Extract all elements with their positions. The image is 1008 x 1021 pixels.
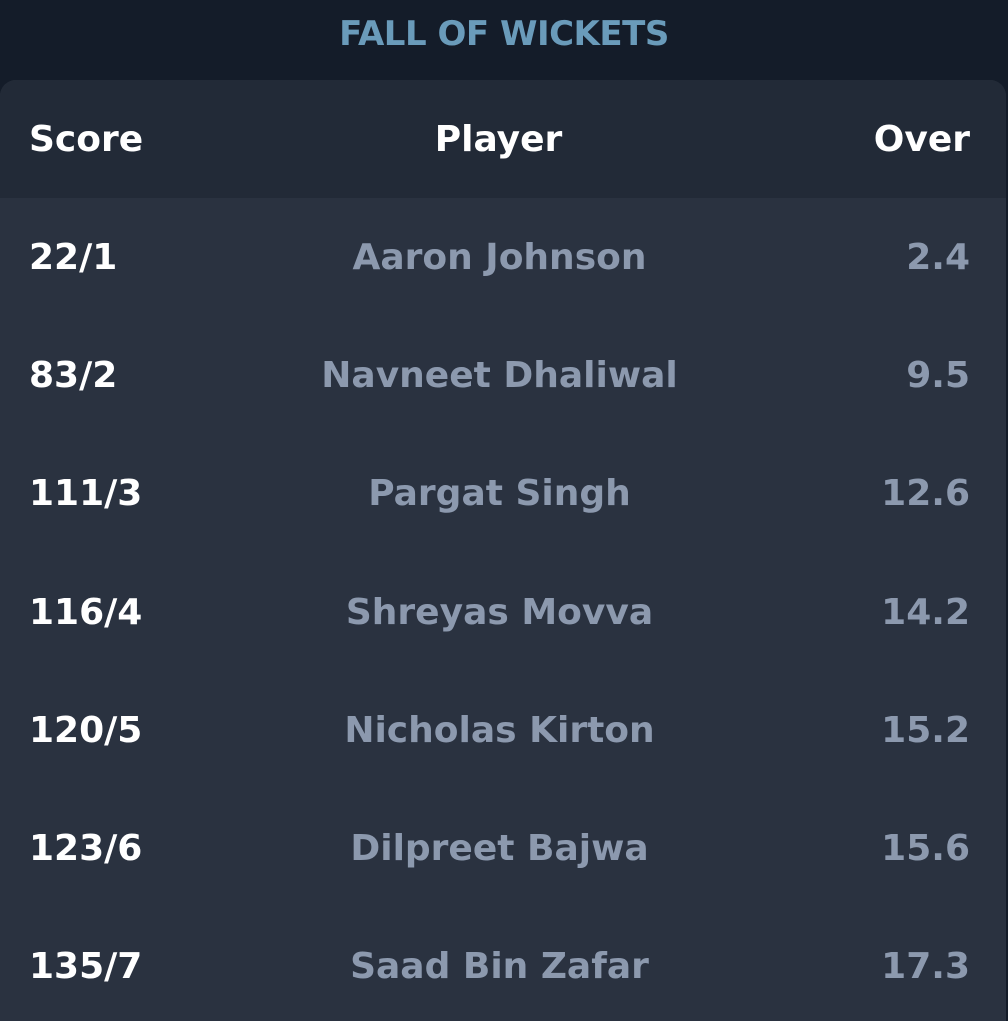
player-cell[interactable]: Shreyas Movva	[229, 592, 770, 633]
over-cell: 12.6	[881, 473, 970, 515]
table-row: 111/3 Pargat Singh 12.6	[0, 435, 1006, 553]
table-row: 120/5 Nicholas Kirton 15.2	[0, 671, 1006, 789]
table-row: 83/2 Navneet Dhaliwal 9.5	[0, 316, 1006, 434]
over-cell: 15.2	[881, 709, 970, 751]
over-cell: 9.5	[906, 354, 970, 396]
score-cell: 83/2	[29, 354, 118, 396]
score-cell: 116/4	[29, 591, 143, 633]
score-cell: 135/7	[29, 946, 143, 988]
player-cell[interactable]: Navneet Dhaliwal	[229, 355, 770, 396]
table-row: 135/7 Saad Bin Zafar 17.3	[0, 908, 1006, 1021]
table-row: 123/6 Dilpreet Bajwa 15.6	[0, 789, 1006, 907]
column-header-player: Player	[434, 118, 563, 160]
player-cell[interactable]: Nicholas Kirton	[229, 710, 770, 751]
player-cell[interactable]: Dilpreet Bajwa	[229, 828, 770, 869]
over-cell: 2.4	[906, 236, 970, 278]
table-header: Score Player Over	[0, 80, 1006, 198]
score-cell: 111/3	[29, 473, 143, 515]
wickets-table: Score Player Over 22/1 Aaron Johnson 2.4…	[0, 80, 1006, 1021]
over-cell: 14.2	[881, 591, 970, 633]
fall-of-wickets-page: FALL OF WICKETS Score Player Over 22/1 A…	[0, 0, 1008, 1021]
score-cell: 120/5	[29, 709, 143, 751]
over-cell: 17.3	[881, 946, 970, 988]
table-row: 22/1 Aaron Johnson 2.4	[0, 198, 1006, 316]
column-header-over: Over	[873, 118, 970, 160]
player-cell[interactable]: Pargat Singh	[229, 473, 770, 514]
section-title: FALL OF WICKETS	[339, 14, 669, 54]
player-cell[interactable]: Saad Bin Zafar	[229, 946, 770, 987]
score-cell: 123/6	[29, 828, 143, 870]
table-row: 116/4 Shreyas Movva 14.2	[0, 553, 1006, 671]
over-cell: 15.6	[881, 828, 970, 870]
column-header-score: Score	[29, 118, 144, 160]
score-cell: 22/1	[29, 236, 118, 278]
player-cell[interactable]: Aaron Johnson	[229, 237, 770, 278]
